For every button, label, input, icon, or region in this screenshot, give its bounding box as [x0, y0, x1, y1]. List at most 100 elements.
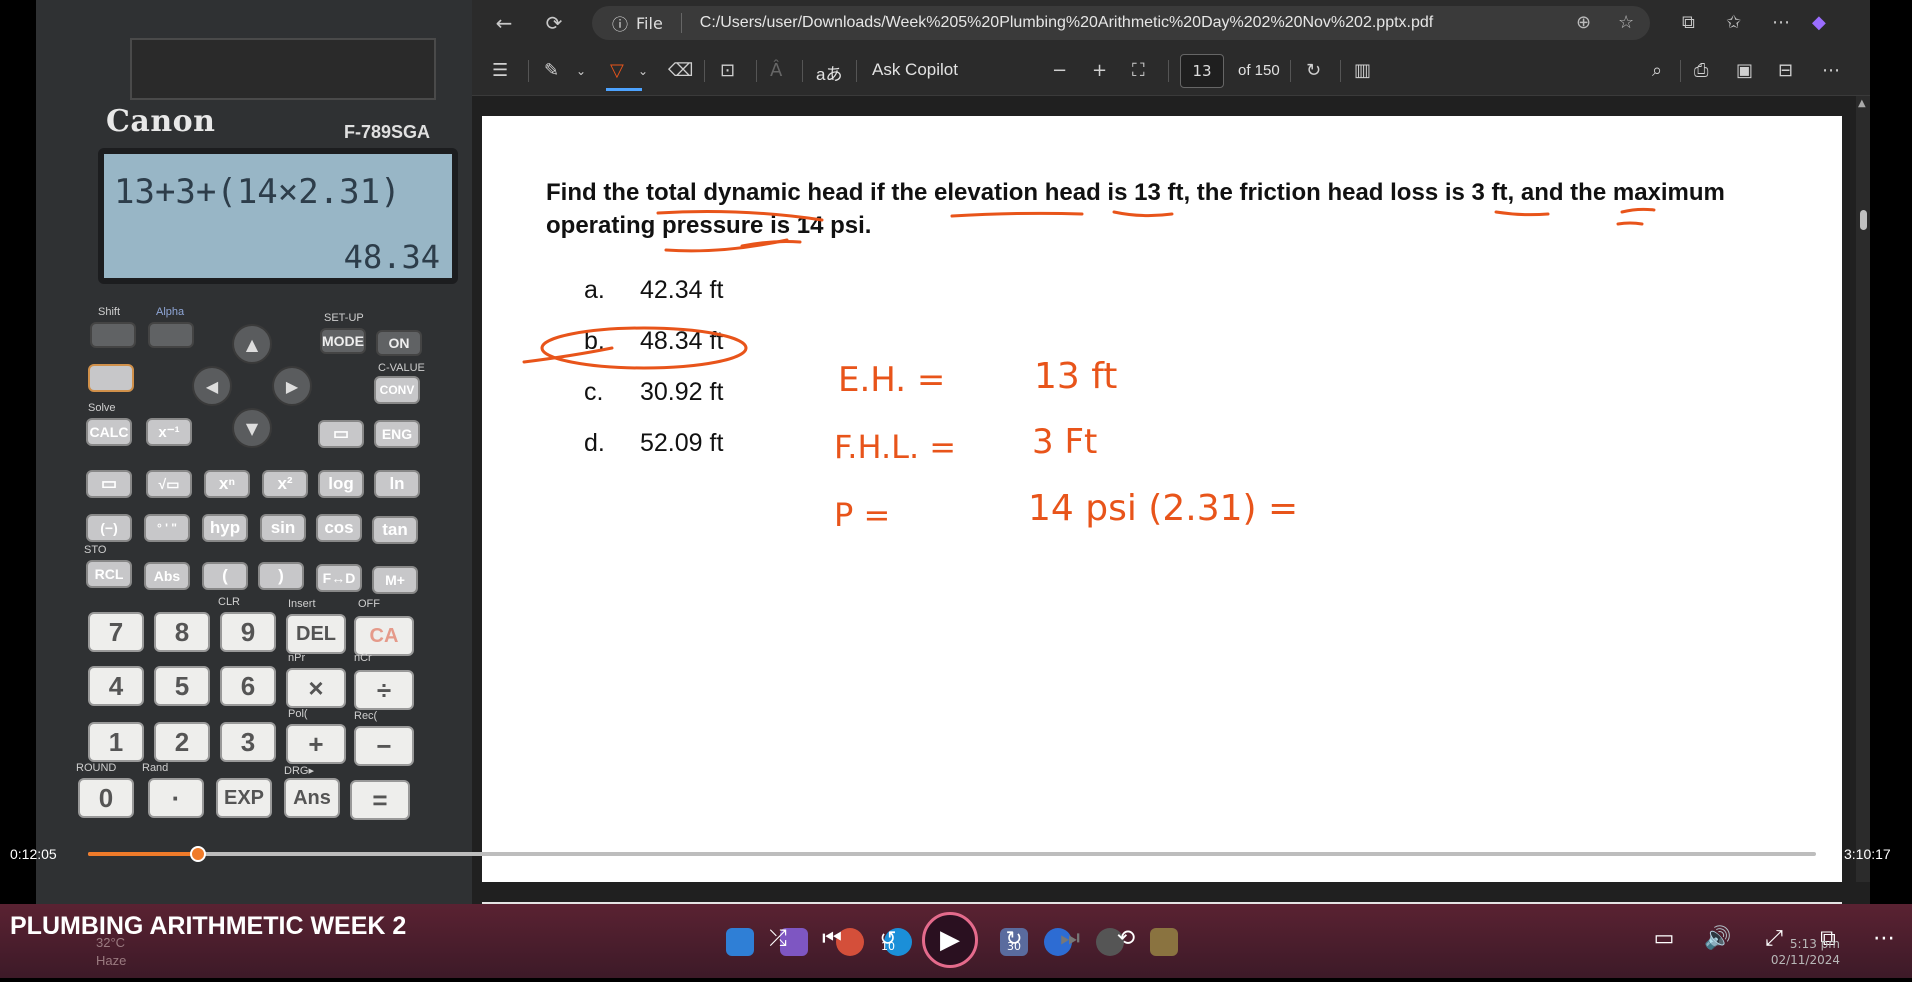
text-box-icon[interactable]: ⊡ [720, 60, 735, 81]
cos-key[interactable]: cos [316, 514, 362, 542]
multiply-key[interactable]: × [286, 668, 346, 708]
back-button[interactable]: ← [488, 8, 520, 38]
favorites-icon[interactable]: ✩ [1726, 12, 1741, 33]
apps-key[interactable] [88, 364, 134, 392]
site-info-button[interactable]: ⓘ File [612, 11, 663, 35]
ask-copilot-button[interactable]: Ask Copilot [872, 60, 958, 80]
print-icon[interactable]: ⎙ [1694, 60, 1708, 81]
highlight-icon[interactable]: ✎ [544, 60, 559, 81]
key-8[interactable]: 8 [154, 612, 210, 652]
equals-key[interactable]: = [350, 780, 410, 820]
rcl-key[interactable]: RCL [86, 560, 132, 588]
divide-fraction-key[interactable]: ▭ [86, 470, 132, 498]
abs-key[interactable]: Abs [144, 562, 190, 590]
address-bar[interactable]: ⓘ File C:/Users/user/Downloads/Week%205%… [592, 6, 1650, 40]
dpad-down[interactable]: ▼ [232, 408, 272, 448]
log-key[interactable]: log [318, 470, 364, 498]
scroll-up-icon[interactable]: ▲ [1858, 98, 1866, 109]
fraction-key[interactable]: ▭ [318, 420, 364, 448]
plus-key[interactable]: + [286, 724, 346, 764]
windows-start-icon[interactable] [726, 928, 754, 956]
save-as-icon[interactable]: ⊟ [1778, 60, 1793, 81]
volume-button[interactable]: 🔊 [1698, 918, 1738, 958]
zoom-out-icon[interactable]: − [1052, 60, 1067, 81]
ln-key[interactable]: ln [374, 470, 420, 498]
mode-key[interactable]: MODE [320, 328, 366, 354]
contents-icon[interactable]: ☰ [492, 60, 508, 81]
ans-key[interactable]: Ans [284, 778, 340, 818]
rotate-icon[interactable]: ↻ [1306, 60, 1321, 81]
next-button[interactable]: ⏭ [1050, 918, 1090, 958]
right-paren-key[interactable]: ) [258, 562, 304, 590]
left-paren-key[interactable]: ( [202, 562, 248, 590]
fd-key[interactable]: F↔D [316, 564, 362, 592]
progress-thumb[interactable] [189, 846, 206, 862]
exp-key[interactable]: EXP [216, 778, 272, 818]
divide-key[interactable]: ÷ [354, 670, 414, 710]
sin-key[interactable]: sin [260, 514, 306, 542]
chevron-down-icon[interactable]: ⌄ [638, 64, 648, 78]
dpad-right[interactable]: ▶ [272, 366, 312, 406]
progress-bar[interactable] [88, 846, 1816, 862]
on-key[interactable]: ON [376, 330, 422, 356]
skip-forward-button[interactable]: ↻ 30 [994, 918, 1034, 958]
minus-key[interactable]: − [354, 726, 414, 766]
save-icon[interactable]: ▣ [1736, 60, 1753, 81]
inverse-key[interactable]: x⁻¹ [146, 418, 192, 446]
zoom-in-icon[interactable]: + [1092, 60, 1107, 81]
power-key[interactable]: xⁿ [204, 470, 250, 498]
del-key[interactable]: DEL [286, 614, 346, 654]
vertical-scrollbar[interactable]: ▲ [1856, 96, 1870, 882]
square-key[interactable]: x² [262, 470, 308, 498]
key-7[interactable]: 7 [88, 612, 144, 652]
read-aloud-icon[interactable]: Â [770, 60, 782, 81]
negative-key[interactable]: (−) [86, 514, 132, 542]
shift-key[interactable] [90, 322, 136, 348]
key-2[interactable]: 2 [154, 722, 210, 762]
page-view-icon[interactable]: ▥ [1354, 60, 1371, 81]
conv-key[interactable]: CONV [374, 376, 420, 404]
extensions-icon[interactable]: ⧉ [1682, 12, 1695, 33]
repeat-off-button[interactable]: ⟲ [1106, 918, 1146, 958]
dms-key[interactable]: ° ' " [144, 514, 190, 542]
more-options-button[interactable]: ⋯ [1864, 918, 1904, 958]
more-options-icon[interactable]: ⋯ [1822, 60, 1840, 81]
dpad-up[interactable]: ▲ [232, 324, 272, 364]
scroll-thumb[interactable] [1860, 210, 1867, 230]
key-6[interactable]: 6 [220, 666, 276, 706]
alpha-key[interactable] [148, 322, 194, 348]
zoom-icon[interactable]: ⊕ [1576, 12, 1591, 33]
favorite-star-icon[interactable]: ☆ [1618, 12, 1634, 33]
url-text[interactable]: C:/Users/user/Downloads/Week%205%20Plumb… [700, 14, 1433, 32]
page-number-input[interactable]: 13 [1180, 54, 1224, 88]
eng-key[interactable]: ENG [374, 420, 420, 448]
key-dot[interactable]: · [148, 778, 204, 818]
previous-button[interactable]: ⏮ [812, 918, 852, 958]
search-icon[interactable]: ⌕ [1652, 60, 1662, 81]
mplus-key[interactable]: M+ [372, 566, 418, 594]
hyp-key[interactable]: hyp [202, 514, 248, 542]
play-button[interactable]: ▶ [922, 912, 978, 968]
captions-button[interactable]: ▭ [1644, 918, 1684, 958]
copilot-icon[interactable]: ◆ [1812, 12, 1826, 33]
sqrt-key[interactable]: √▭ [146, 470, 192, 498]
draw-icon[interactable]: ▽ [610, 60, 624, 81]
key-0[interactable]: 0 [78, 778, 134, 818]
eraser-icon[interactable]: ⌫ [668, 60, 693, 81]
key-5[interactable]: 5 [154, 666, 210, 706]
dpad-left[interactable]: ◀ [192, 366, 232, 406]
key-3[interactable]: 3 [220, 722, 276, 762]
key-9[interactable]: 9 [220, 612, 276, 652]
refresh-button[interactable]: ⟳ [538, 8, 570, 38]
skip-back-button[interactable]: ↺ 10 [868, 918, 908, 958]
key-4[interactable]: 4 [88, 666, 144, 706]
more-menu-icon[interactable]: ⋯ [1772, 12, 1790, 33]
chevron-down-icon[interactable]: ⌄ [576, 64, 586, 78]
translate-button[interactable]: aあ [816, 60, 842, 85]
key-1[interactable]: 1 [88, 722, 144, 762]
tan-key[interactable]: tan [372, 516, 418, 544]
ca-key[interactable]: CA [354, 616, 414, 656]
app-icon[interactable] [1150, 928, 1178, 956]
calc-key[interactable]: CALC [86, 418, 132, 446]
fit-page-icon[interactable]: ⛶ [1132, 60, 1145, 81]
